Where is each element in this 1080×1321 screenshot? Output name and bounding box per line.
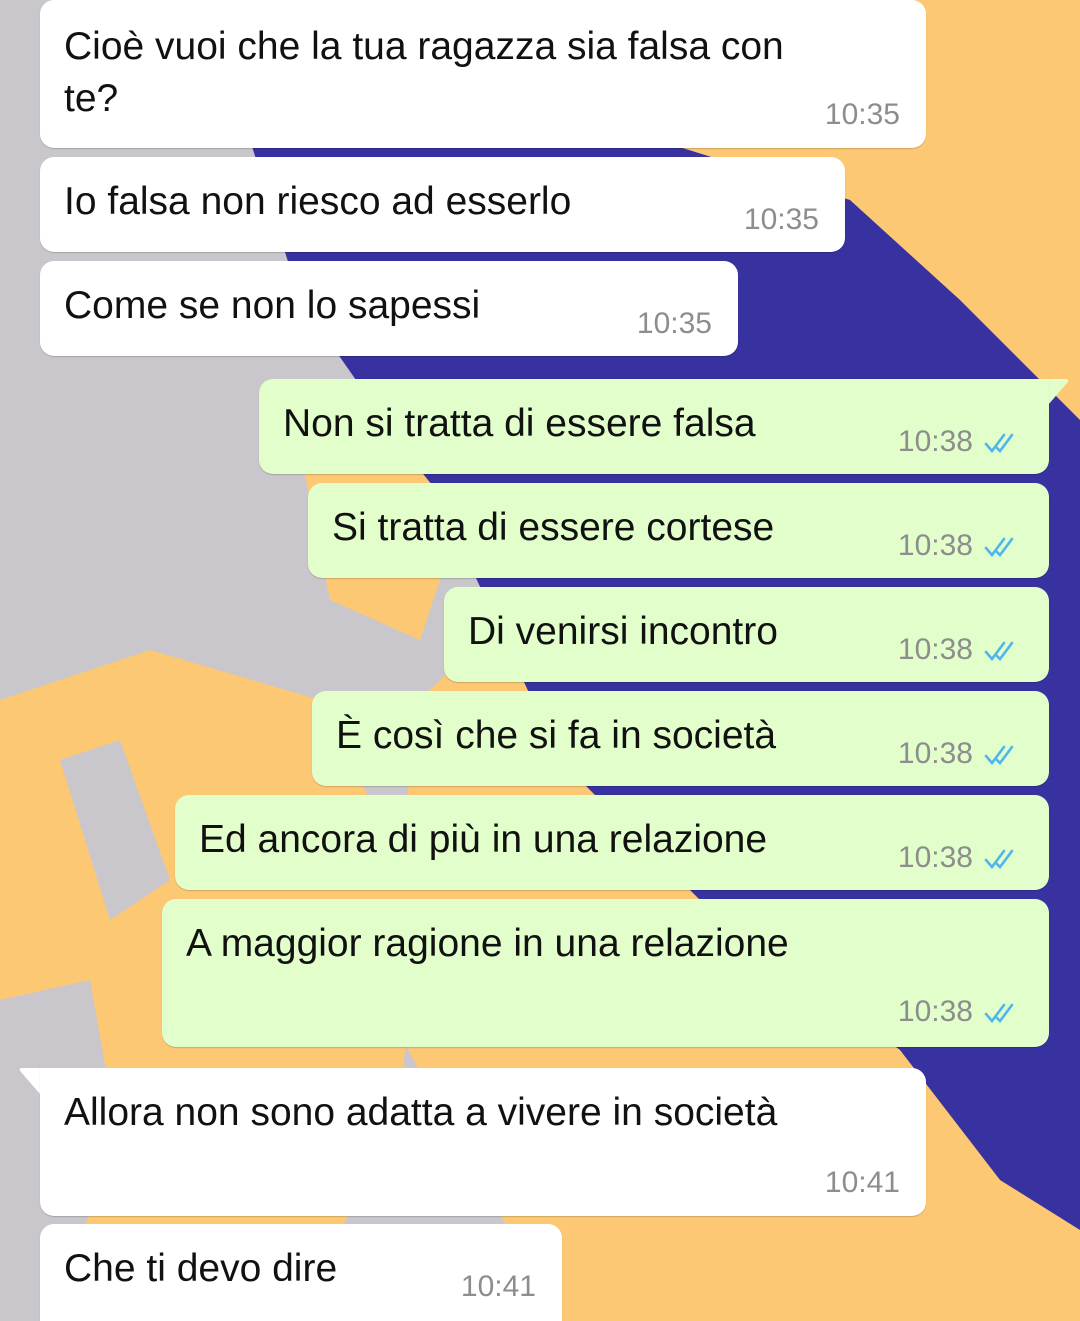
outgoing-message[interactable]: Si tratta di essere cortese 10:38 xyxy=(308,483,1049,578)
message-text: Si tratta di essere cortese xyxy=(332,506,775,549)
message-time: 10:35 xyxy=(824,98,900,131)
message-text: A maggior ragione in una relazione xyxy=(186,922,789,965)
message-time: 10:41 xyxy=(824,1166,900,1199)
message-time: 10:38 xyxy=(897,995,973,1028)
outgoing-message[interactable]: Di venirsi incontro 10:38 xyxy=(444,587,1049,682)
message-text: Come se non lo sapessi xyxy=(64,284,481,327)
read-receipt-icon xyxy=(984,433,1014,454)
read-receipt-icon xyxy=(984,641,1014,662)
read-receipt-icon xyxy=(984,1003,1014,1024)
incoming-message[interactable]: Come se non lo sapessi 10:35 xyxy=(40,261,738,356)
incoming-message[interactable]: Io falsa non riesco ad esserlo 10:35 xyxy=(40,157,845,252)
message-time: 10:35 xyxy=(743,203,819,236)
message-text: Non si tratta di essere falsa xyxy=(283,402,756,445)
message-text: te? xyxy=(64,77,119,120)
message-text: Che ti devo dire xyxy=(64,1247,338,1290)
message-text: Ed ancora di più in una relazione xyxy=(199,818,768,861)
read-receipt-icon xyxy=(984,745,1014,766)
incoming-message[interactable]: Cioè vuoi che la tua ragazza sia falsa c… xyxy=(40,0,926,148)
read-receipt-icon xyxy=(984,537,1014,558)
outgoing-message[interactable]: Ed ancora di più in una relazione 10:38 xyxy=(175,795,1049,890)
message-time: 10:38 xyxy=(897,841,973,874)
message-time: 10:38 xyxy=(897,737,973,770)
message-text: Allora non sono adatta a vivere in socie… xyxy=(64,1091,778,1134)
message-time: 10:41 xyxy=(460,1270,536,1303)
message-time: 10:38 xyxy=(897,529,973,562)
message-list[interactable]: Cioè vuoi che la tua ragazza sia falsa c… xyxy=(0,0,1080,1321)
incoming-message[interactable]: Che ti devo dire 10:41 xyxy=(40,1224,562,1321)
message-time: 10:35 xyxy=(636,307,712,340)
incoming-message[interactable]: Allora non sono adatta a vivere in socie… xyxy=(40,1068,926,1216)
message-time: 10:38 xyxy=(897,425,973,458)
message-text: Io falsa non riesco ad esserlo xyxy=(64,180,572,223)
outgoing-message[interactable]: È così che si fa in società 10:38 xyxy=(312,691,1049,786)
outgoing-message[interactable]: A maggior ragione in una relazione 10:38 xyxy=(162,899,1049,1047)
read-receipt-icon xyxy=(984,849,1014,870)
message-text: Cioè vuoi che la tua ragazza sia falsa c… xyxy=(64,25,784,68)
message-text: È così che si fa in società xyxy=(336,714,777,757)
message-text: Di venirsi incontro xyxy=(468,610,778,653)
message-time: 10:38 xyxy=(897,633,973,666)
outgoing-message[interactable]: Non si tratta di essere falsa 10:38 xyxy=(259,379,1049,474)
